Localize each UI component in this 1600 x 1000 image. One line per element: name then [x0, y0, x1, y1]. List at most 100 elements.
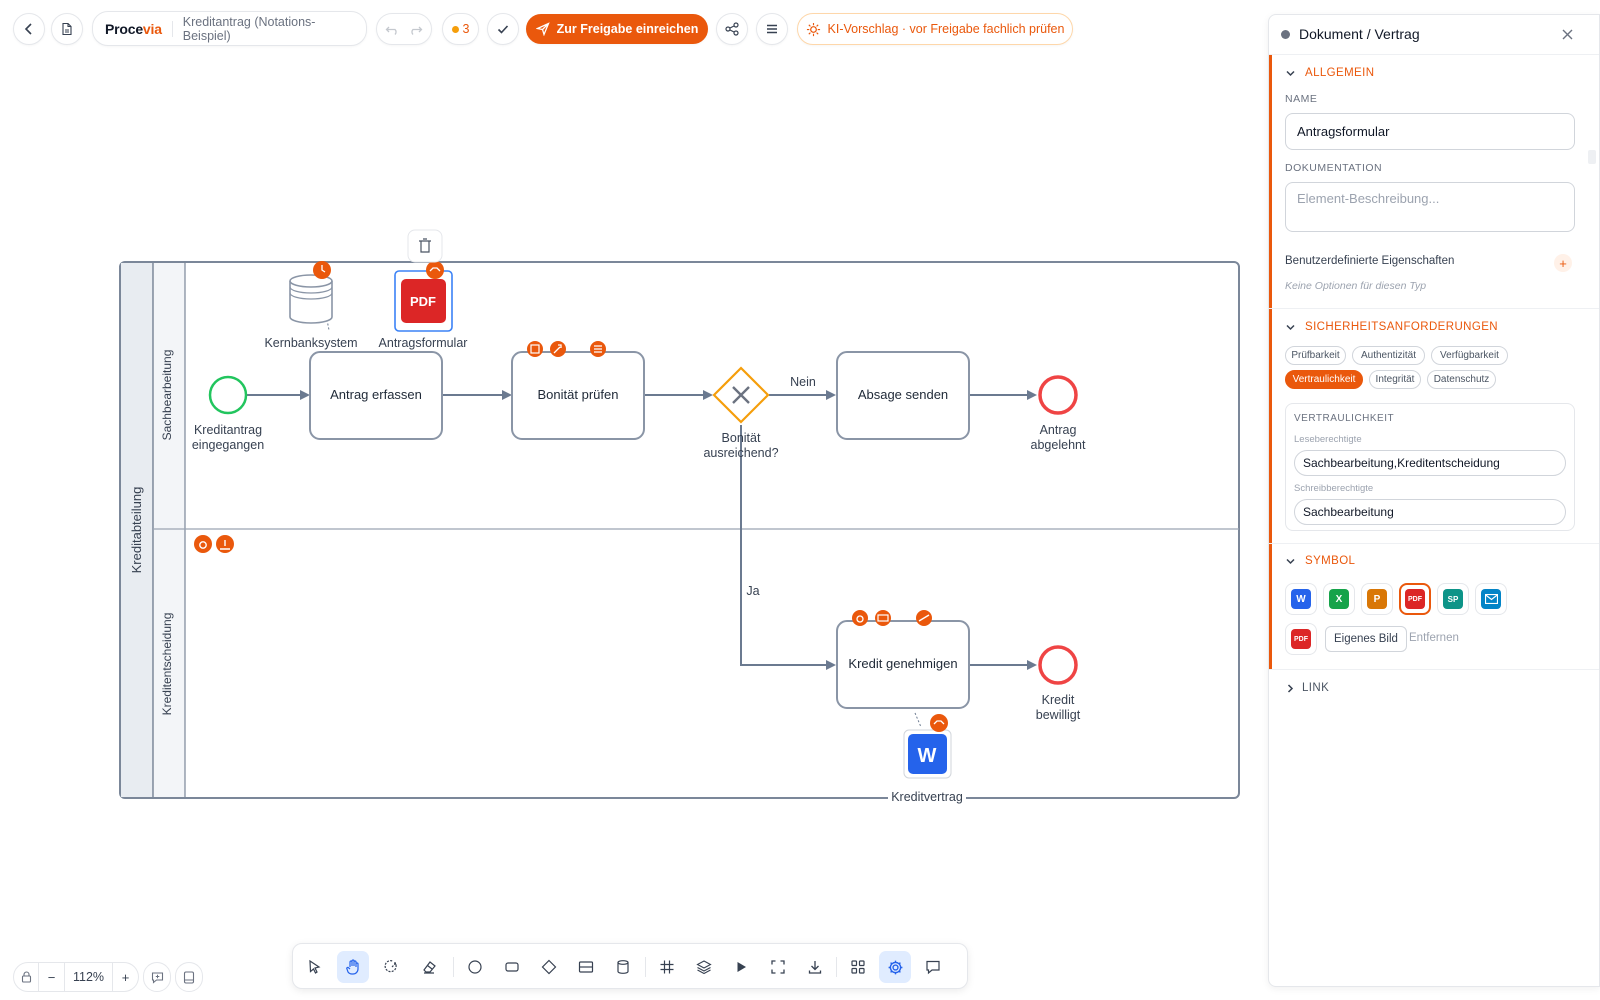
chip-datenschutz[interactable]: Datenschutz	[1427, 370, 1496, 389]
element-type-dot	[1281, 30, 1290, 39]
tool-grid[interactable]	[651, 951, 683, 983]
read-permissions-label: Leseberechtigte	[1294, 434, 1362, 445]
name-label: Name	[1285, 93, 1318, 105]
gear-icon	[888, 960, 902, 974]
zoom-level[interactable]: 112%	[65, 962, 113, 992]
hand-icon	[346, 958, 359, 975]
general-section-marker	[1269, 55, 1272, 308]
properties-panel: Dokument / Vertrag Allgemein Name Antrag…	[1268, 14, 1600, 987]
panel-scrollbar[interactable]	[1588, 150, 1596, 164]
flow-label-nein: Nein	[790, 375, 816, 389]
data-object-antragsformular[interactable]: PDF	[394, 261, 453, 332]
end-event-approved[interactable]	[1038, 645, 1078, 685]
chip-authentizitaet[interactable]: Authentizität	[1352, 346, 1425, 365]
tool-play[interactable]	[725, 951, 757, 983]
read-permissions-field[interactable]: Sachbearbeitung,Kreditentscheidung	[1294, 450, 1566, 476]
circle-icon	[468, 960, 482, 974]
tool-select[interactable]	[299, 951, 331, 983]
symbol-pdf-selected[interactable]: PDF	[1399, 583, 1431, 615]
remove-symbol-button[interactable]: Entfernen	[1409, 632, 1459, 644]
play-icon	[737, 962, 746, 972]
close-icon[interactable]	[1561, 28, 1574, 41]
chevron-down-icon-3[interactable]	[1285, 556, 1296, 567]
tool-data-store[interactable]	[607, 951, 639, 983]
chip-pruefbarkeit[interactable]: Prüfbarkeit	[1285, 346, 1346, 365]
tool-export[interactable]	[799, 951, 831, 983]
tool-apps[interactable]	[842, 951, 874, 983]
task-absage-label: Absage senden	[858, 387, 948, 402]
handshake-badge-icon	[426, 261, 444, 279]
zoom-controls: − 112% +	[13, 962, 203, 992]
minimap-button[interactable]	[175, 962, 203, 992]
comment-add-button[interactable]	[143, 962, 171, 992]
name-field[interactable]: Antragsformular	[1285, 113, 1575, 150]
custom-properties-label: Benutzerdefinierte Eigenschaften	[1285, 255, 1455, 267]
section-title-security[interactable]: Sicherheitsanforderungen	[1305, 321, 1498, 333]
task-kredit-label: Kredit genehmigen	[848, 656, 957, 671]
tablet-icon	[183, 970, 195, 984]
download-icon	[808, 961, 822, 974]
gateway-label-line2: ausreichend?	[703, 446, 778, 460]
documentation-label: Dokumentation	[1285, 162, 1383, 174]
symbol-email[interactable]	[1475, 583, 1507, 615]
section-title-link[interactable]: Link	[1302, 682, 1329, 694]
symbol-powerpoint[interactable]: P	[1361, 583, 1393, 615]
tool-comments[interactable]	[917, 951, 949, 983]
section-title-general[interactable]: Allgemein	[1305, 67, 1374, 79]
end-event-rejected[interactable]	[1038, 375, 1078, 415]
tool-lasso[interactable]	[375, 951, 407, 983]
chip-verfuegbarkeit[interactable]: Verfügbarkeit	[1431, 346, 1508, 365]
zoom-out-button[interactable]: −	[39, 962, 65, 992]
rectangle-icon	[505, 962, 519, 972]
write-permissions-field[interactable]: Sachbearbeitung	[1294, 499, 1566, 525]
chevron-down-icon-2[interactable]	[1285, 322, 1296, 333]
pool-icon	[578, 961, 594, 973]
task-antrag-label: Antrag erfassen	[330, 387, 422, 402]
chevron-down-icon[interactable]	[1285, 68, 1296, 79]
tool-event[interactable]	[459, 951, 491, 983]
chip-vertraulichkeit[interactable]: Vertraulichkeit	[1285, 370, 1363, 389]
start-event[interactable]	[208, 375, 248, 415]
lock-icon	[21, 971, 31, 983]
own-image-button[interactable]: Eigenes Bild	[1325, 626, 1407, 652]
lock-button[interactable]	[13, 962, 39, 992]
tool-gateway[interactable]	[533, 951, 565, 983]
start-event-label-line1: Kreditantrag	[194, 423, 262, 437]
end-approved-label-line1: Kredit	[1042, 693, 1075, 707]
lasso-icon	[384, 960, 397, 973]
tool-settings[interactable]	[879, 951, 911, 983]
tool-task[interactable]	[496, 951, 528, 983]
layers-icon	[696, 960, 712, 975]
tool-layers[interactable]	[688, 951, 720, 983]
chevron-right-icon[interactable]	[1285, 683, 1296, 694]
write-permissions-label: Schreibberechtigte	[1294, 483, 1374, 494]
custom-properties-empty: Keine Optionen für diesen Typ	[1285, 280, 1427, 292]
tool-fit-screen[interactable]	[762, 951, 794, 983]
symbol-section-marker	[1269, 544, 1272, 669]
documentation-field[interactable]: Element-Beschreibung...	[1285, 182, 1575, 232]
symbol-word[interactable]: W	[1285, 583, 1317, 615]
flow-label-ja: Ja	[746, 584, 759, 598]
end-approved-label-line2: bewilligt	[1036, 708, 1081, 722]
cursor-icon	[309, 959, 321, 974]
data-store-label: Kernbanksystem	[264, 336, 357, 350]
tool-hand[interactable]	[337, 951, 369, 983]
fullscreen-icon	[771, 960, 785, 974]
symbol-excel[interactable]: X	[1323, 583, 1355, 615]
symbol-current-preview: PDF	[1285, 623, 1317, 655]
chip-integritaet[interactable]: Integrität	[1369, 370, 1421, 389]
tool-eraser[interactable]	[413, 951, 445, 983]
delete-element-button[interactable]	[407, 229, 443, 263]
add-property-button[interactable]: +	[1554, 254, 1572, 272]
tool-pool[interactable]	[570, 951, 602, 983]
symbol-sharepoint[interactable]: SP	[1437, 583, 1469, 615]
panel-header: Dokument / Vertrag	[1269, 15, 1599, 55]
security-section-marker	[1269, 309, 1272, 543]
word-glyph: W	[918, 745, 937, 767]
bpmn-canvas[interactable]: Kreditabteilung Sachbearbeitung Krediten…	[0, 0, 1265, 940]
grid-icon	[660, 960, 674, 974]
task-bonitaet-label: Bonität prüfen	[538, 387, 619, 402]
zoom-in-button[interactable]: +	[113, 962, 139, 992]
section-title-symbol[interactable]: Symbol	[1305, 555, 1355, 567]
database-icon	[617, 960, 629, 974]
